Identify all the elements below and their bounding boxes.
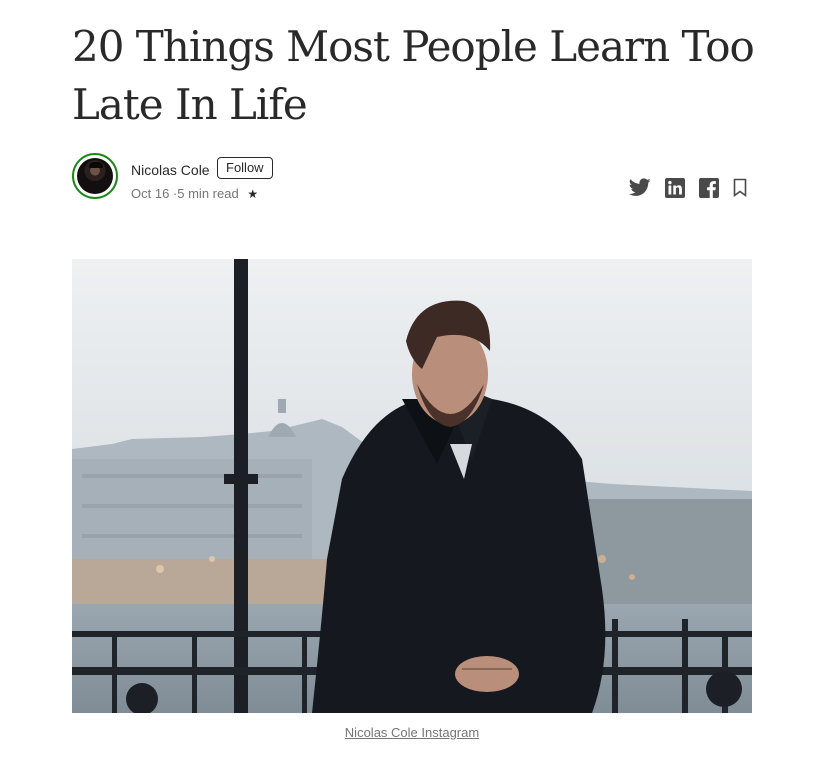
linkedin-icon[interactable] — [665, 177, 685, 203]
member-star-icon: ★ — [247, 187, 259, 201]
bookmark-icon[interactable] — [733, 178, 747, 202]
twitter-icon[interactable] — [628, 178, 651, 202]
facebook-icon[interactable] — [699, 177, 719, 203]
avatar-photo — [77, 158, 113, 194]
article-title: 20 Things Most People Learn Too Late In … — [72, 22, 755, 129]
hero-image — [72, 259, 752, 713]
image-caption-link[interactable]: Nicolas Cole Instagram — [72, 724, 752, 742]
author-avatar[interactable] — [72, 153, 118, 199]
article-meta: Oct 16 ·5 min read ★ — [131, 185, 258, 203]
publish-date: Oct 16 — [131, 186, 170, 201]
author-name[interactable]: Nicolas Cole — [131, 161, 210, 179]
read-time: 5 min read — [177, 186, 239, 201]
share-bar — [615, 177, 747, 203]
follow-button[interactable]: Follow — [217, 157, 273, 179]
byline: Nicolas Cole Follow Oct 16 ·5 min read ★ — [72, 153, 752, 207]
